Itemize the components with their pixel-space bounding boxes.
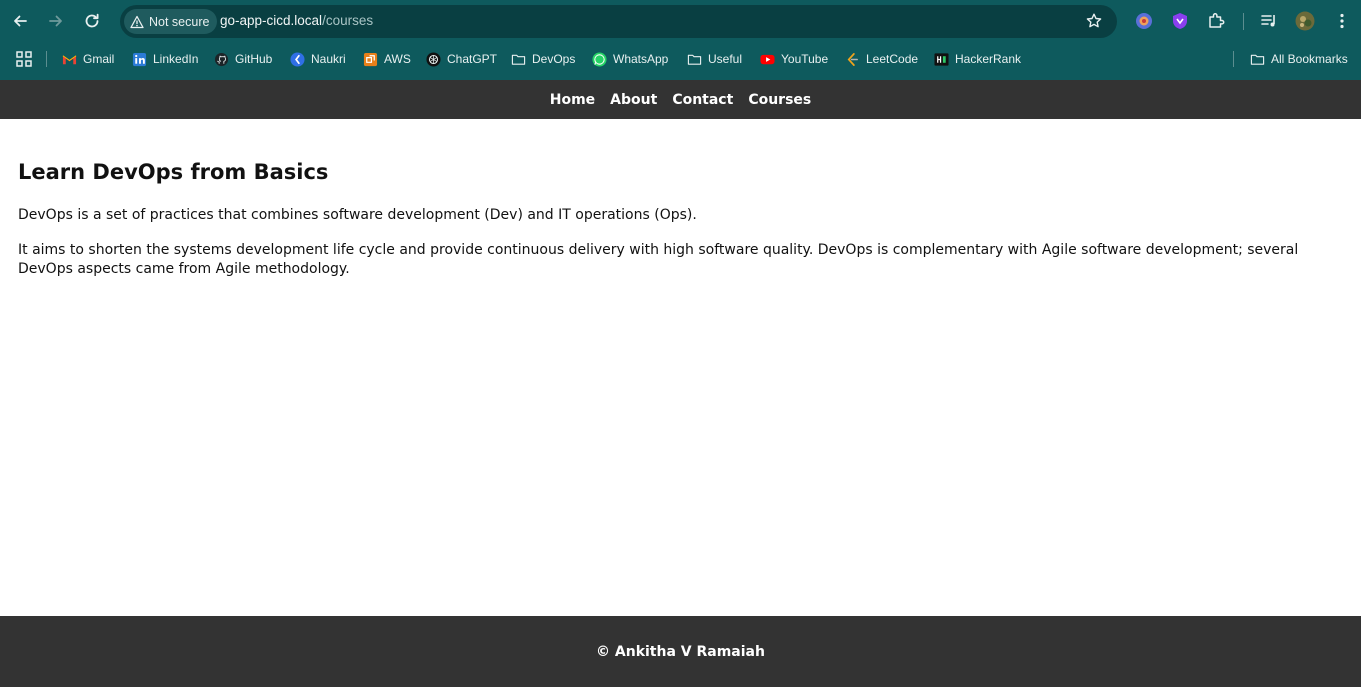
bookmark-chatgpt[interactable]: ChatGPT	[426, 50, 497, 68]
bookmark-label: Gmail	[83, 52, 115, 66]
folder-icon	[511, 54, 526, 65]
footer-copyright: © Ankitha V Ramaiah	[596, 643, 765, 660]
reload-button[interactable]	[82, 11, 102, 31]
site-footer: © Ankitha V Ramaiah	[0, 616, 1361, 687]
extensions-button[interactable]	[1206, 11, 1226, 31]
all-bookmarks-label: All Bookmarks	[1271, 52, 1348, 66]
linkedin-icon	[132, 52, 147, 66]
intro-paragraph: DevOps is a set of practices that combin…	[18, 207, 697, 223]
arrow-right-icon	[49, 15, 62, 27]
bookmark-linkedin[interactable]: LinkedIn	[132, 50, 198, 68]
security-label: Not secure	[149, 14, 210, 29]
url-path: /courses	[322, 13, 374, 28]
bookmark-label: LeetCode	[866, 52, 919, 66]
bookmark-whatsapp[interactable]: WhatsApp	[592, 50, 668, 68]
security-indicator[interactable]: Not secure	[124, 9, 218, 34]
bookmark-github[interactable]: GitHub	[214, 50, 272, 68]
main-content: Learn DevOps from Basics DevOps is a set…	[18, 158, 1343, 279]
youtube-icon	[760, 54, 775, 64]
bookmark-label: DevOps	[532, 52, 576, 66]
leetcode-icon	[847, 52, 858, 66]
forward-button[interactable]	[46, 11, 66, 31]
url-text[interactable]: go-app-cicd.local/courses	[220, 13, 373, 28]
bookmark-naukri[interactable]: Naukri	[290, 50, 346, 68]
naukri-icon	[290, 51, 305, 67]
bookmark-label: Naukri	[311, 52, 346, 66]
folder-icon	[1250, 54, 1265, 65]
folder-icon	[687, 54, 702, 65]
shield-extension-icon	[1173, 13, 1187, 29]
browser-chrome: Not secure go-app-cicd.local/courses Gma…	[0, 0, 1361, 80]
profile-avatar[interactable]	[1295, 11, 1315, 31]
github-icon	[214, 52, 229, 66]
bookmark-label: Useful	[708, 52, 743, 66]
chatgpt-icon	[426, 51, 441, 67]
all-bookmarks-button[interactable]: All Bookmarks	[1250, 50, 1348, 68]
hackerrank-icon	[934, 52, 949, 66]
bookmark-label: HackerRank	[955, 52, 1022, 66]
bookmark-star-button[interactable]	[1085, 12, 1103, 30]
bookmark-label: LinkedIn	[153, 52, 199, 66]
bookmark-folder-useful[interactable]: Useful	[687, 50, 742, 68]
media-controls-button[interactable]	[1259, 11, 1279, 31]
bookmark-folder-devops[interactable]: DevOps	[511, 50, 575, 68]
bookmark-label: GitHub	[235, 52, 273, 66]
page-title: Learn DevOps from Basics	[18, 160, 329, 184]
playlist-icon	[1261, 15, 1275, 27]
bookmark-aws[interactable]: AWS	[363, 50, 411, 68]
site-navbar: Home About Contact Courses	[0, 80, 1361, 119]
puzzle-icon	[1209, 13, 1225, 28]
avatar-icon	[1295, 11, 1315, 31]
bookmark-label: AWS	[384, 52, 411, 66]
url-host: go-app-cicd.local	[220, 13, 323, 28]
bookmark-label: WhatsApp	[613, 52, 669, 66]
bookmark-hackerrank[interactable]: HackerRank	[934, 50, 1021, 68]
extension-ball-icon	[1136, 13, 1152, 29]
bookmark-label: YouTube	[781, 52, 829, 66]
nav-link-home[interactable]: Home	[550, 92, 595, 108]
whatsapp-icon	[592, 51, 607, 67]
back-button[interactable]	[10, 11, 30, 31]
bookmarks-divider	[1233, 51, 1234, 67]
extension-button-2[interactable]	[1170, 11, 1190, 31]
extension-button-1[interactable]	[1134, 11, 1154, 31]
toolbar-divider	[1243, 13, 1244, 30]
browser-toolbar: Not secure go-app-cicd.local/courses	[0, 0, 1361, 42]
nav-link-contact[interactable]: Contact	[672, 92, 733, 108]
aws-icon	[363, 52, 378, 66]
nav-link-about[interactable]: About	[610, 92, 657, 108]
bookmarks-bar: Gmail LinkedIn GitHub Naukri AWS ChatGPT…	[0, 46, 1361, 72]
browser-menu-button[interactable]	[1332, 11, 1352, 31]
bookmark-gmail[interactable]: Gmail	[62, 50, 114, 68]
gmail-icon	[62, 54, 77, 64]
more-vertical-icon	[1340, 13, 1344, 29]
nav-link-courses[interactable]: Courses	[748, 92, 811, 108]
address-bar[interactable]: Not secure go-app-cicd.local/courses	[120, 5, 1117, 38]
warning-icon	[130, 15, 144, 28]
star-icon	[1086, 13, 1102, 28]
bookmark-leetcode[interactable]: LeetCode	[845, 50, 918, 68]
detail-paragraph: It aims to shorten the systems developme…	[18, 242, 1299, 277]
bookmark-label: ChatGPT	[447, 52, 498, 66]
arrow-left-icon	[14, 15, 27, 27]
bookmark-youtube[interactable]: YouTube	[760, 50, 828, 68]
reload-icon	[85, 13, 99, 28]
